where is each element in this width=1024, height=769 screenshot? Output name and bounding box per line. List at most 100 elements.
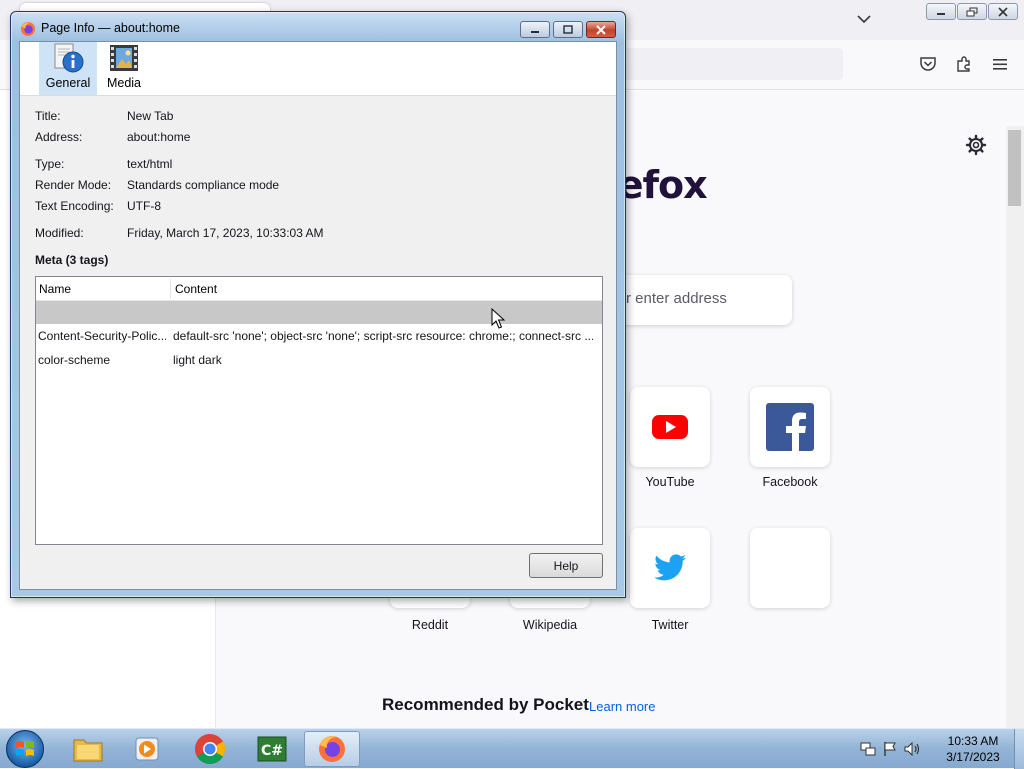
hamburger-menu-icon (993, 59, 1007, 70)
dialog-body: General Media Title: New Tab Address: ab… (19, 41, 617, 590)
network-icon[interactable] (860, 741, 876, 757)
youtube-icon (652, 415, 688, 439)
learn-more-link[interactable]: Learn more (589, 699, 655, 714)
dialog-minimize-button[interactable] (520, 21, 550, 38)
meta-table[interactable]: Name Content Content-Security-Polic... d… (35, 276, 603, 545)
shortcut-tile-empty[interactable] (750, 528, 830, 608)
close-button[interactable] (988, 3, 1018, 20)
field-value: New Tab (127, 109, 174, 123)
field-label: Render Mode: (35, 178, 112, 192)
csharp-icon: C# (257, 736, 287, 762)
tab-media[interactable]: Media (101, 42, 147, 95)
dialog-maximize-button[interactable] (553, 21, 583, 38)
field-title: Title: New Tab (35, 109, 595, 125)
shortcut-label: YouTube (645, 475, 695, 489)
shortcut-label: Twitter (651, 618, 689, 632)
field-text-encoding: Text Encoding: UTF-8 (35, 199, 595, 215)
minimize-icon (531, 30, 539, 33)
taskbar-chrome[interactable] (182, 731, 238, 767)
meta-heading: Meta (3 tags) (35, 253, 109, 267)
pocket-icon (920, 57, 936, 71)
clock[interactable]: 10:33 AM 3/17/2023 (940, 733, 1006, 765)
cell-content: default-src 'none'; object-src 'none'; s… (173, 329, 593, 343)
media-player-icon (135, 737, 159, 761)
mouse-cursor-icon (491, 308, 505, 329)
field-value: Standards compliance mode (127, 178, 280, 192)
shortcut-label: Facebook (762, 475, 818, 489)
field-value: text/html (127, 157, 173, 171)
pocket-button[interactable] (917, 53, 939, 75)
cell-content: light dark (173, 353, 222, 367)
tab-media-label: Media (106, 76, 142, 90)
dialog-title: Page Info — about:home (41, 21, 180, 35)
table-row[interactable]: color-scheme light dark (36, 349, 602, 371)
field-value: UTF-8 (127, 199, 161, 213)
gear-icon[interactable] (964, 133, 988, 157)
facebook-icon (766, 403, 814, 451)
close-icon (596, 24, 606, 35)
taskbar-media-player[interactable] (120, 731, 176, 767)
chrome-icon (194, 734, 226, 765)
help-button[interactable]: Help (529, 553, 603, 578)
field-label: Type: (35, 157, 65, 171)
action-center-flag-icon[interactable] (882, 741, 898, 757)
column-header-content[interactable]: Content (175, 282, 217, 296)
close-icon (998, 6, 1008, 17)
restore-icon (966, 7, 978, 16)
dialog-tab-strip: General Media (20, 42, 616, 96)
field-label: Title: (35, 109, 61, 123)
show-desktop-button[interactable] (1014, 729, 1024, 769)
taskbar-firefox[interactable] (304, 731, 360, 767)
taskbar: C# 10:33 AM 3/17/2023 (0, 728, 1024, 769)
field-label: Text Encoding: (35, 199, 114, 213)
puzzle-icon (957, 56, 970, 72)
shortcut-label: Wikipedia (522, 618, 578, 632)
shortcut-tile-twitter[interactable] (630, 528, 710, 608)
dialog-close-button[interactable] (586, 21, 616, 38)
svg-text:C#: C# (261, 743, 283, 759)
app-menu-button[interactable] (989, 53, 1011, 75)
clock-date: 3/17/2023 (946, 750, 1000, 764)
field-type: Type: text/html (35, 157, 595, 173)
cell-name: Content-Security-Polic... (38, 329, 166, 343)
volume-icon[interactable] (904, 741, 922, 757)
minimize-button[interactable] (926, 3, 956, 20)
field-address: Address: about:home (35, 130, 595, 146)
maximize-icon (563, 24, 573, 34)
explorer-icon (73, 739, 103, 762)
pocket-heading: Recommended by Pocket (382, 695, 589, 714)
field-value: Friday, March 17, 2023, 10:33:03 AM (127, 226, 324, 240)
windows-logo-icon (16, 741, 34, 756)
page-scrollbar[interactable] (1006, 126, 1024, 728)
start-button[interactable] (6, 730, 44, 768)
system-tray (860, 735, 922, 763)
table-row[interactable] (36, 301, 602, 324)
table-row[interactable]: Content-Security-Polic... default-src 'n… (36, 325, 602, 347)
tab-general-label: General (45, 76, 91, 90)
taskbar-csharp-editor[interactable]: C# (244, 731, 300, 767)
tab-general[interactable]: General (39, 42, 97, 95)
shortcut-tile-facebook[interactable] (750, 387, 830, 467)
shortcut-label: Reddit (411, 618, 449, 632)
taskbar-explorer[interactable] (60, 731, 116, 767)
film-icon (110, 45, 138, 71)
extensions-button[interactable] (953, 53, 975, 75)
firefox-icon (21, 22, 35, 36)
page-info-dialog: Page Info — about:home General Media Tit… (10, 11, 626, 598)
field-label: Modified: (35, 226, 84, 240)
chevron-down-icon[interactable] (855, 10, 873, 28)
field-label: Address: (35, 130, 83, 144)
clock-time: 10:33 AM (947, 734, 999, 748)
field-value: about:home (127, 130, 191, 144)
column-separator[interactable] (170, 279, 171, 299)
column-header-name[interactable]: Name (39, 282, 71, 296)
info-document-icon (54, 43, 84, 73)
firefox-icon (319, 736, 345, 762)
minimize-icon (937, 12, 945, 15)
restore-button[interactable] (957, 3, 987, 20)
shortcut-tile-youtube[interactable] (630, 387, 710, 467)
scrollbar-thumb[interactable] (1008, 130, 1021, 206)
meta-table-header: Name Content (36, 277, 602, 301)
field-render-mode: Render Mode: Standards compliance mode (35, 178, 595, 194)
twitter-icon (654, 554, 686, 581)
